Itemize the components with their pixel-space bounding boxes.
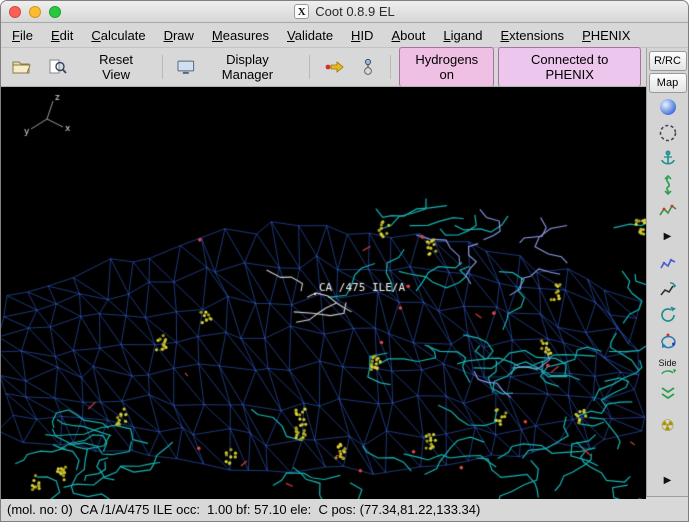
menu-extensions-label: Extensions bbox=[500, 27, 565, 43]
x11-logo-icon: X bbox=[294, 4, 310, 19]
edit-chi-angles-button[interactable] bbox=[651, 276, 685, 302]
menu-calculate-label: Calculate bbox=[91, 27, 146, 43]
viewport-canvas[interactable] bbox=[1, 87, 646, 499]
coot-window: X Coot 0.8.9 EL File Edit Calculate Draw… bbox=[0, 0, 689, 522]
refine-regularize-control-button[interactable]: R/RC bbox=[648, 51, 687, 71]
menu-file-label: File bbox=[12, 27, 33, 43]
menu-phenix[interactable]: PHENIX bbox=[573, 23, 639, 47]
folder-open-icon bbox=[12, 61, 31, 74]
menu-draw-label: Draw bbox=[163, 27, 194, 43]
rrc-label: R/RC bbox=[654, 55, 681, 67]
anchor-icon bbox=[660, 150, 675, 165]
status-bar: (mol. no: 0) CA /1/A/475 ILE occ: 1.00 b… bbox=[1, 496, 688, 521]
wavy-arrow-icon bbox=[663, 175, 672, 195]
menu-phenix-label: PHENIX bbox=[582, 27, 631, 43]
flip-peptide-button[interactable] bbox=[651, 328, 685, 354]
menu-validate[interactable]: Validate bbox=[278, 23, 342, 47]
refine-sphere-icon bbox=[659, 99, 676, 115]
more-tools-button[interactable]: ▶ bbox=[651, 224, 685, 250]
phenix-connection-button[interactable]: Connected to PHENIX bbox=[498, 47, 641, 87]
mutate-button[interactable]: ☢ bbox=[651, 414, 685, 440]
menu-bar: File Edit Calculate Draw Measures Valida… bbox=[1, 23, 688, 48]
modelling-toolbar: R/RC Map ▶ Side ☢ ▶ bbox=[646, 48, 688, 496]
phenix-connection-label: Connected to PHENIX bbox=[531, 52, 609, 82]
go-to-atom-icon bbox=[325, 61, 344, 73]
map-select-button[interactable]: Map bbox=[648, 73, 687, 93]
play-arrow-icon: ▶ bbox=[663, 475, 672, 486]
zoom-button[interactable] bbox=[49, 5, 61, 18]
menu-ligand[interactable]: Ligand bbox=[434, 23, 491, 47]
title-center: X Coot 0.8.9 EL bbox=[1, 1, 688, 22]
menu-hid[interactable]: HID bbox=[342, 23, 382, 47]
viewport bbox=[1, 86, 646, 499]
hydrogens-toggle[interactable]: Hydrogens on bbox=[399, 47, 495, 87]
menu-validate-label: Validate bbox=[287, 27, 334, 43]
magnifier-icon bbox=[49, 59, 67, 74]
molecule-icon bbox=[364, 58, 373, 75]
content-row: Reset View Display Manager Hydrogens on … bbox=[1, 47, 688, 499]
add-terminal-residue-button[interactable] bbox=[651, 380, 685, 406]
menu-ligand-label: Ligand bbox=[443, 27, 483, 43]
blue-zigzag-icon bbox=[659, 258, 675, 269]
flip-arrow-icon bbox=[660, 333, 676, 349]
menu-about-label: About bbox=[391, 27, 426, 43]
display-manager-label: Display Manager bbox=[221, 52, 274, 82]
minimize-button[interactable] bbox=[29, 5, 41, 18]
auto-fit-rotamer-button[interactable] bbox=[651, 198, 685, 224]
menu-about[interactable]: About bbox=[382, 23, 434, 47]
circular-arrow-icon bbox=[660, 306, 676, 322]
real-space-refine-button[interactable] bbox=[651, 94, 685, 120]
left-column: Reset View Display Manager Hydrogens on … bbox=[1, 47, 646, 499]
search-model-button[interactable] bbox=[42, 55, 74, 79]
window-title: Coot 0.8.9 EL bbox=[315, 4, 395, 19]
green-zigzag-icon bbox=[658, 204, 676, 216]
status-text: (mol. no: 0) CA /1/A/475 ILE occ: 1.00 b… bbox=[7, 501, 481, 517]
menu-measures[interactable]: Measures bbox=[203, 23, 278, 47]
close-button[interactable] bbox=[9, 5, 21, 18]
traffic-lights bbox=[9, 5, 61, 18]
display-icon bbox=[177, 60, 195, 74]
menu-measures-label: Measures bbox=[211, 27, 270, 43]
rigid-body-fit-button[interactable] bbox=[651, 146, 685, 172]
menu-file[interactable]: File bbox=[3, 23, 42, 47]
small-flip-arrow-icon bbox=[660, 368, 676, 374]
menu-edit[interactable]: Edit bbox=[42, 23, 82, 47]
toolbar-separator bbox=[162, 55, 164, 79]
go-to-atom-button[interactable] bbox=[318, 55, 350, 79]
menu-calculate[interactable]: Calculate bbox=[82, 23, 154, 47]
double-chevron-icon bbox=[661, 387, 674, 400]
chi-zigzag-arrow-icon bbox=[659, 282, 676, 296]
map-label: Map bbox=[656, 77, 679, 89]
side-chain-flip-label: Side bbox=[658, 357, 677, 368]
reset-view-label: Reset View bbox=[99, 52, 134, 82]
menu-hid-label: HID bbox=[351, 27, 374, 43]
atom-info-button[interactable] bbox=[354, 54, 382, 80]
title-bar[interactable]: X Coot 0.8.9 EL bbox=[1, 1, 688, 23]
toolbar-separator bbox=[309, 55, 311, 79]
menu-draw[interactable]: Draw bbox=[155, 23, 203, 47]
menu-extensions[interactable]: Extensions bbox=[491, 23, 573, 47]
open-coordinates-button[interactable] bbox=[6, 55, 38, 79]
rotamers-button[interactable] bbox=[651, 250, 685, 276]
main-toolbar: Reset View Display Manager Hydrogens on … bbox=[1, 47, 646, 87]
menu-edit-label: Edit bbox=[50, 27, 74, 43]
hydrogens-toggle-label: Hydrogens on bbox=[415, 52, 479, 82]
radiation-icon: ☢ bbox=[660, 418, 675, 435]
display-manager-button[interactable]: Display Manager bbox=[171, 48, 301, 86]
regularize-zone-button[interactable] bbox=[651, 120, 685, 146]
torsion-general-button[interactable] bbox=[651, 302, 685, 328]
dashed-circle-icon bbox=[659, 124, 676, 142]
play-arrow-icon: ▶ bbox=[663, 231, 672, 242]
toolbar-separator bbox=[390, 55, 392, 79]
rotate-translate-button[interactable] bbox=[651, 172, 685, 198]
side-chain-180-flip-button[interactable]: Side bbox=[651, 354, 685, 380]
reset-view-button[interactable]: Reset View bbox=[78, 48, 154, 86]
toolbar-overflow-button[interactable]: ▶ bbox=[651, 468, 685, 494]
